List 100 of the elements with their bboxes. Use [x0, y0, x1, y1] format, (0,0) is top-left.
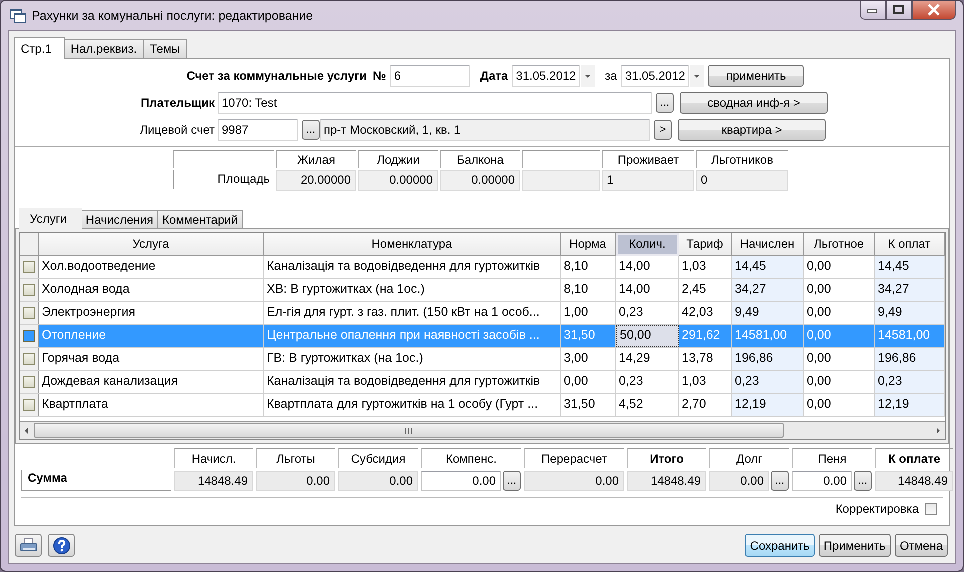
tab[interactable]: Стр.1 [14, 37, 65, 59]
maximize-button[interactable] [886, 1, 912, 20]
account-field[interactable]: 9987 [218, 119, 298, 141]
table-row[interactable]: Дождевая канализация Каналізація та водовідведення для гуртожитків 0,00 0,23 1,03 0,23 0,00 0,23 [20, 371, 945, 394]
column-header[interactable]: Услуга [39, 233, 264, 256]
total-field[interactable]: 14848.49 [174, 471, 253, 491]
tab[interactable]: Комментарий [157, 210, 244, 228]
dialog-button[interactable]: Сохранить [745, 534, 815, 557]
maximize-icon [893, 5, 905, 15]
grip-icon [404, 426, 414, 434]
checkbox[interactable] [23, 307, 35, 319]
date-field[interactable]: 31.05.2012 [621, 65, 690, 87]
table-cell: 0,00 [561, 371, 616, 393]
number-field[interactable]: 6 [390, 65, 470, 87]
total-field[interactable]: 14848.49 [627, 471, 706, 491]
column-heading: Лоджии [377, 152, 420, 166]
table-cell: 196,86 [875, 348, 945, 370]
table-cell: 34,27 [875, 279, 945, 301]
total-field[interactable]: 0.00 [421, 471, 501, 491]
tab[interactable]: Нал.реквиз. [64, 39, 144, 58]
table-cell: 8,10 [561, 256, 616, 278]
area-value-field: 0.00000 [440, 170, 520, 191]
table-cell: 34,27 [732, 279, 804, 301]
summary-button[interactable]: сводная инф-я > [680, 92, 828, 114]
total-field[interactable]: 0.00 [709, 471, 769, 491]
total-field[interactable]: 0.00 [524, 471, 624, 491]
checkbox[interactable] [23, 399, 35, 411]
table-row[interactable]: Квартплата Квартплата для гуртожитків на 1 особу (Гурт ... 31,50 4,52 2,70 12,19 0,00 12,19 [20, 394, 945, 417]
area-value-field: 0.00000 [358, 170, 438, 191]
table-cell: Горячая вода [39, 348, 264, 370]
table-cell: 14,29 [616, 348, 679, 370]
table-cell: Каналізація та водовідведення для гуртожитків [264, 256, 561, 278]
table-cell: 9,49 [875, 302, 945, 324]
checkbox[interactable] [23, 330, 35, 342]
total-field[interactable]: 14848.49 [875, 471, 953, 491]
table-cell: Квартплата для гуртожитків на 1 особу (Гурт ... [264, 394, 561, 416]
window-icon [10, 8, 26, 22]
browse-button[interactable]: ... [656, 93, 674, 113]
browse-button[interactable]: ... [302, 120, 320, 140]
checkbox[interactable] [23, 261, 35, 273]
total-field[interactable]: 0.00 [338, 471, 418, 491]
table-cell: 9,49 [732, 302, 804, 324]
column-heading: Итого [650, 452, 684, 466]
total-field[interactable]: 0.00 [792, 471, 852, 491]
help-button[interactable] [48, 534, 75, 557]
column-header[interactable]: Колич. [616, 233, 679, 256]
payer-label: Плательщик [140, 96, 216, 110]
close-button[interactable] [912, 1, 956, 20]
date-field[interactable]: 31.05.2012 [512, 65, 580, 87]
tab[interactable]: Начисления [80, 210, 158, 228]
dialog-button[interactable]: Отмена [894, 534, 948, 557]
tab[interactable]: Темы [143, 39, 188, 58]
address-field[interactable]: пр-т Московский, 1, кв. 1 [320, 119, 650, 141]
invoice-label: Счет за коммунальные услуги [186, 69, 367, 83]
column-header[interactable]: Номенклатура [264, 233, 561, 256]
column-header[interactable]: К оплат [875, 233, 945, 256]
minimize-button[interactable] [860, 1, 886, 20]
checkbox[interactable] [23, 353, 35, 365]
checkbox[interactable] [23, 284, 35, 296]
scrollbar-thumb[interactable] [34, 423, 784, 438]
checkbox[interactable] [925, 503, 937, 515]
table-row[interactable]: Отопление Центральне опалення при наявності засобів ... 31,50 50,00 291,62 14581,00 0,00 14581,00 [20, 325, 945, 348]
column-heading: Начисл. [192, 452, 236, 466]
window-title: Рахунки за комунальні послуги: редактирование [32, 8, 314, 22]
for-label: за [605, 69, 618, 83]
table-cell: 12,19 [875, 394, 945, 416]
table-cell: 14,45 [732, 256, 804, 278]
print-button[interactable] [15, 534, 42, 557]
browse-button[interactable]: ... [771, 471, 789, 491]
horizontal-scrollbar[interactable] [20, 422, 945, 439]
apply-button[interactable]: применить [708, 65, 804, 87]
table-row[interactable]: Горячая вода ГВ: В гуртожитках (на 1ос.) 3,00 14,29 13,78 196,86 0,00 196,86 [20, 348, 945, 371]
browse-button[interactable]: ... [503, 471, 521, 491]
printer-icon [20, 538, 38, 554]
table-row[interactable]: Холодная вода ХВ: В гуртожитках (на 1ос.) 8,10 14,00 2,45 34,27 0,00 34,27 [20, 279, 945, 302]
table-row[interactable]: Хол.водоотведение Каналізація та водовідведення для гуртожитків 8,10 14,00 1,03 14,45 0,00 14,45 [20, 256, 945, 279]
area-value-field: 1 [602, 170, 694, 191]
column-header[interactable]: Тариф [679, 233, 732, 256]
table-cell: 14581,00 [732, 325, 804, 347]
column-header[interactable]: Начислен [732, 233, 804, 256]
column-header[interactable]: Норма [561, 233, 616, 256]
table-cell: ХВ: В гуртожитках (на 1ос.) [264, 279, 561, 301]
browse-button[interactable]: ... [854, 471, 872, 491]
column-heading: Проживает [618, 152, 680, 166]
table-cell: 0,23 [616, 302, 679, 324]
tab[interactable]: Услуги [19, 208, 82, 229]
table-cell: 196,86 [732, 348, 804, 370]
flat-button[interactable]: квартира > [678, 119, 826, 141]
table-cell: 1,00 [561, 302, 616, 324]
checkbox[interactable] [23, 376, 35, 388]
total-field[interactable]: 0.00 [256, 471, 335, 491]
table-cell: 291,62 [679, 325, 732, 347]
area-value-field: 0 [696, 170, 788, 191]
header-corner [20, 233, 39, 256]
go-button[interactable]: > [654, 120, 672, 140]
dialog-button[interactable]: Применить [818, 534, 891, 557]
table-cell: Холодная вода [39, 279, 264, 301]
column-header[interactable]: Льготное [804, 233, 875, 256]
table-cell: 0,23 [875, 371, 945, 393]
payer-field[interactable]: 1070: Test [218, 92, 652, 114]
